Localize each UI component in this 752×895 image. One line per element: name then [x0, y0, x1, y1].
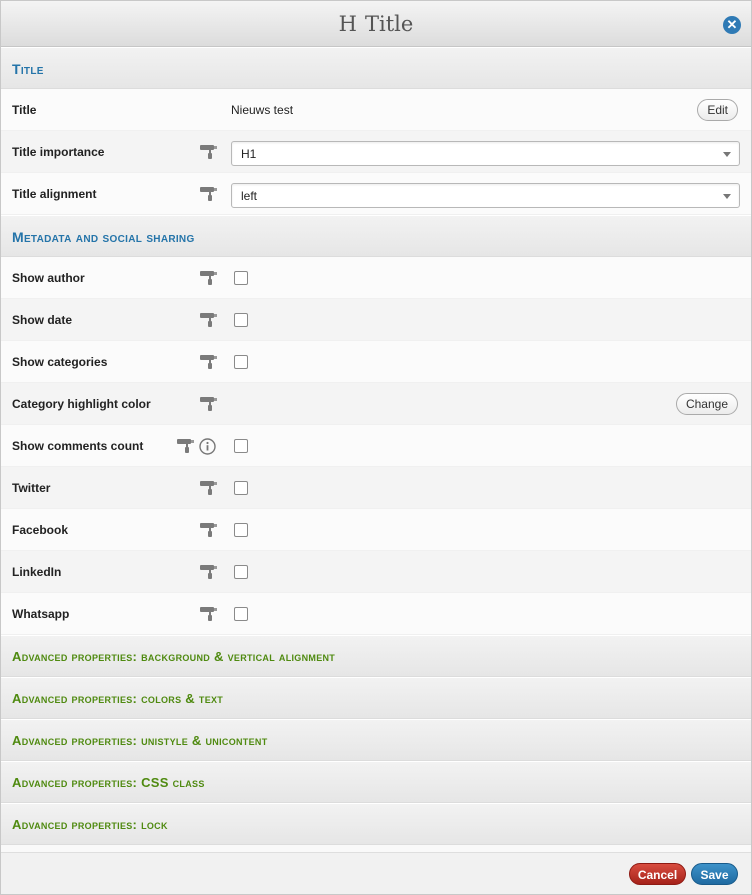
row-title: Title Nieuws test Edit: [1, 89, 751, 131]
title-value: Nieuws test: [231, 103, 294, 117]
dialog-title: Title: [365, 12, 414, 36]
heading-icon: H: [338, 12, 357, 36]
paint-roller-icon[interactable]: [200, 355, 217, 369]
row-label: LinkedIn: [12, 565, 62, 579]
title-alignment-select[interactable]: left: [231, 183, 740, 208]
paint-roller-icon[interactable]: [200, 145, 217, 159]
row-label: Whatsapp: [12, 607, 70, 621]
row-whatsapp: Whatsapp: [1, 593, 751, 635]
cancel-button[interactable]: Cancel: [629, 863, 686, 885]
row-show-date: Show date: [1, 299, 751, 341]
row-show-categories: Show categories: [1, 341, 751, 383]
row-label: Twitter: [12, 481, 51, 495]
row-linkedin: LinkedIn: [1, 551, 751, 593]
paint-roller-icon[interactable]: [200, 565, 217, 579]
chevron-down-icon: [723, 194, 731, 199]
whatsapp-checkbox[interactable]: [234, 607, 248, 621]
section-header-advanced-lock[interactable]: Advanced properties: lock: [1, 803, 751, 845]
paint-roller-icon[interactable]: [200, 397, 217, 411]
facebook-checkbox[interactable]: [234, 523, 248, 537]
section-header-advanced-css-class[interactable]: Advanced properties: CSS class: [1, 761, 751, 803]
title-importance-select[interactable]: H1: [231, 141, 740, 166]
info-icon[interactable]: [199, 438, 216, 455]
show-date-checkbox[interactable]: [234, 313, 248, 327]
close-icon[interactable]: ✕: [723, 16, 741, 34]
show-author-checkbox[interactable]: [234, 271, 248, 285]
row-label: Facebook: [12, 523, 69, 537]
title-dialog: H Title ✕ Title Title Nieuws test Edit Ti…: [0, 0, 752, 895]
metadata-section-body: Show author Show date Show categories Ca…: [1, 257, 751, 635]
select-value: left: [241, 189, 258, 203]
section-header-title[interactable]: Title: [1, 47, 751, 89]
select-value: H1: [241, 147, 257, 161]
row-label: Show author: [12, 271, 85, 285]
row-facebook: Facebook: [1, 509, 751, 551]
row-label: Show date: [12, 313, 73, 327]
row-label: Title importance: [12, 145, 105, 159]
section-header-advanced-colors[interactable]: Advanced properties: colors & text: [1, 677, 751, 719]
paint-roller-icon[interactable]: [200, 271, 217, 285]
row-category-highlight-color: Category highlight color Change: [1, 383, 751, 425]
paint-roller-icon[interactable]: [200, 481, 217, 495]
dialog-titlebar: H Title ✕: [1, 1, 751, 47]
paint-roller-icon[interactable]: [200, 607, 217, 621]
paint-roller-icon[interactable]: [177, 439, 194, 453]
row-twitter: Twitter: [1, 467, 751, 509]
row-label: Title alignment: [12, 187, 97, 201]
section-header-advanced-background[interactable]: Advanced properties: background & vertic…: [1, 635, 751, 677]
show-categories-checkbox[interactable]: [234, 355, 248, 369]
edit-button[interactable]: Edit: [697, 99, 738, 121]
paint-roller-icon[interactable]: [200, 313, 217, 327]
row-label: Show categories: [12, 355, 108, 369]
chevron-down-icon: [723, 152, 731, 157]
section-header-advanced-unistyle[interactable]: Advanced properties: unistyle & uniconte…: [1, 719, 751, 761]
twitter-checkbox[interactable]: [234, 481, 248, 495]
paint-roller-icon[interactable]: [200, 187, 217, 201]
title-section-body: Title Nieuws test Edit Title importance …: [1, 89, 751, 215]
row-title-alignment: Title alignment left: [1, 173, 751, 215]
show-comments-count-checkbox[interactable]: [234, 439, 248, 453]
row-show-comments-count: Show comments count: [1, 425, 751, 467]
dialog-footer: Cancel Save: [1, 852, 751, 894]
row-title-importance: Title importance H1: [1, 131, 751, 173]
change-color-button[interactable]: Change: [675, 393, 738, 415]
linkedin-checkbox[interactable]: [234, 565, 248, 579]
section-header-metadata[interactable]: Metadata and social sharing: [1, 215, 751, 257]
paint-roller-icon[interactable]: [200, 523, 217, 537]
row-label: Title: [12, 103, 37, 117]
row-label: Show comments count: [12, 439, 144, 453]
row-label: Category highlight color: [12, 397, 151, 411]
save-button[interactable]: Save: [691, 863, 738, 885]
row-show-author: Show author: [1, 257, 751, 299]
